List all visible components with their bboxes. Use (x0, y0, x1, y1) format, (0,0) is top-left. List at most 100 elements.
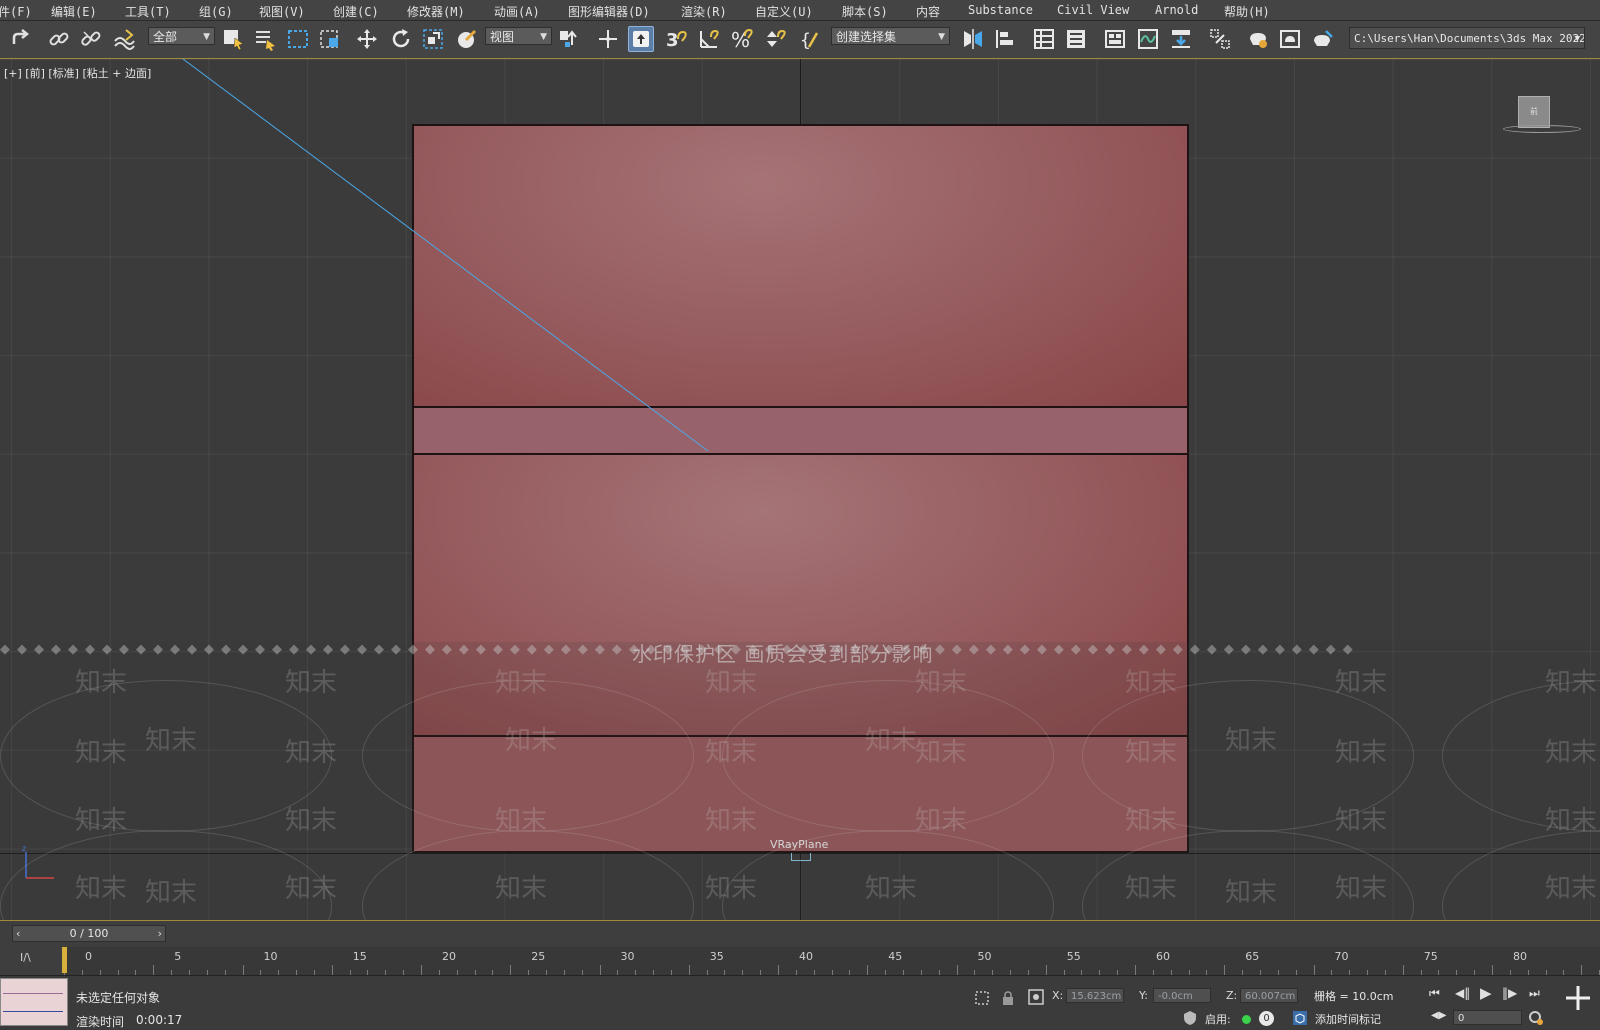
ribbon-icon[interactable] (1103, 27, 1127, 51)
align-icon[interactable] (993, 27, 1017, 51)
menu-scripting[interactable]: 脚本(S) (842, 3, 888, 20)
unlink-icon[interactable] (79, 27, 103, 51)
keyboard-shortcut-override-icon[interactable] (628, 26, 654, 52)
enable-label: 启用: (1205, 1013, 1231, 1026)
menu-edit[interactable]: 编辑(E) (51, 3, 97, 20)
svg-text:{: { (800, 30, 811, 51)
watermark-text: 知末 (1545, 874, 1598, 904)
y-coord-field[interactable]: -0.0cm (1153, 988, 1211, 1003)
selection-filter-dropdown[interactable]: 全部 ▼ (148, 27, 215, 45)
menu-views[interactable]: 视图(V) (259, 3, 305, 20)
menu-civil-view[interactable]: Civil View (1057, 3, 1129, 17)
angle-snap-icon[interactable] (697, 27, 721, 51)
scene-explorer-icon[interactable] (1032, 27, 1056, 51)
absolute-mode-icon[interactable] (1028, 989, 1044, 1005)
select-and-manipulate-icon[interactable] (596, 27, 620, 51)
shield-icon[interactable] (1182, 1010, 1198, 1026)
select-by-name-icon[interactable] (253, 27, 277, 51)
viewport-navigation-icon[interactable] (1564, 984, 1592, 1012)
material-editor-icon[interactable] (1208, 27, 1232, 51)
rendered-frame-window-icon[interactable] (1278, 27, 1302, 51)
placement-icon[interactable] (455, 27, 479, 51)
z-coord-field[interactable]: 60.007cm (1240, 988, 1298, 1003)
track-bar-tick (1492, 965, 1493, 975)
menu-create[interactable]: 创建(C) (333, 3, 379, 20)
rectangular-selection-icon[interactable] (286, 27, 310, 51)
go-to-start-icon[interactable]: ⏮ (1429, 986, 1440, 1001)
snap-3d-icon[interactable]: 3 (664, 27, 688, 51)
menu-content[interactable]: 内容 (916, 3, 940, 20)
time-tag-icon[interactable] (1292, 1010, 1308, 1026)
track-bar-tick (510, 965, 512, 975)
window-crossing-icon[interactable] (318, 27, 342, 51)
viewport-label[interactable]: [+] [前] [标准] [粘土 + 边面] (4, 65, 151, 81)
slider-next-icon[interactable]: › (158, 926, 162, 941)
menu-file[interactable]: 文件(F) (0, 3, 32, 20)
maxscript-listener-thumbnail[interactable] (0, 978, 68, 1026)
render-setup-icon[interactable] (1246, 27, 1270, 51)
current-frame-field[interactable]: 0 (1453, 1010, 1522, 1025)
project-folder-field[interactable]: C:\Users\Han\Documents\3ds Max 2022 ▼ (1349, 27, 1585, 49)
pivot-icon[interactable] (557, 27, 581, 51)
add-time-tag-button[interactable]: 添加时间标记 (1315, 1011, 1381, 1027)
play-icon[interactable]: ▶ (1480, 984, 1492, 1002)
svg-text:3: 3 (666, 30, 679, 51)
track-bar-label: 0 (85, 950, 92, 963)
curve-toggle-icon[interactable]: I/\ (20, 951, 31, 964)
scale-icon[interactable] (421, 27, 445, 51)
menu-arnold[interactable]: Arnold (1155, 3, 1198, 17)
menu-substance[interactable]: Substance (968, 3, 1033, 17)
go-to-end-icon[interactable]: ⏭ (1529, 986, 1540, 1001)
watermark-text: 知末 (1545, 806, 1598, 836)
viewcube-compass[interactable] (1503, 125, 1581, 133)
time-configuration-icon[interactable] (1528, 1010, 1544, 1026)
track-bar-label: 55 (1066, 950, 1081, 963)
menu-group[interactable]: 组(G) (199, 3, 233, 20)
bind-space-warp-icon[interactable] (112, 27, 136, 51)
selection-lock-icon[interactable] (1000, 990, 1016, 1006)
playhead[interactable] (62, 947, 67, 973)
reference-coordinate-dropdown[interactable]: 视图 ▼ (485, 27, 552, 45)
key-mode-toggle-icon[interactable]: ◀▶ (1431, 1010, 1446, 1021)
curve-editor-icon[interactable] (1136, 27, 1160, 51)
front-viewport[interactable]: [+] [前] [标准] [粘土 + 边面] VRayPlane 前 z ◆◆◆… (0, 59, 1600, 920)
menu-tools[interactable]: 工具(T) (125, 3, 171, 20)
object-pivot-marker (791, 853, 811, 861)
render-icon[interactable] (1311, 27, 1335, 51)
menu-help[interactable]: 帮助(H) (1224, 3, 1270, 20)
menu-animation[interactable]: 动画(A) (494, 3, 540, 20)
viewcube-icon[interactable]: 前 (1518, 96, 1550, 128)
x-coord-field[interactable]: 15.623cm (1066, 988, 1124, 1003)
edit-named-selection-icon[interactable]: { (799, 27, 823, 51)
rotate-icon[interactable] (389, 27, 413, 51)
next-frame-icon[interactable]: ‖▶ (1502, 986, 1517, 1000)
selection-status: 未选定任何对象 (76, 991, 161, 1005)
track-bar-tick (778, 965, 779, 975)
isolate-selection-icon[interactable] (974, 990, 990, 1006)
time-slider[interactable]: ‹ 0 / 100 › (12, 925, 166, 942)
layer-explorer-icon[interactable] (1064, 27, 1088, 51)
menu-rendering[interactable]: 渲染(R) (681, 3, 727, 20)
watermark-text: 知末 (1335, 806, 1388, 836)
move-icon[interactable] (355, 27, 379, 51)
menu-graph-editors[interactable]: 图形编辑器(D) (568, 3, 650, 20)
enable-count-badge[interactable]: 0 (1259, 1011, 1274, 1026)
plane-segment-strip (414, 406, 1187, 455)
svg-text:z: z (22, 844, 26, 853)
vrayplane-object[interactable] (412, 124, 1189, 853)
track-bar-label: 45 (888, 950, 903, 963)
track-bar-tick (1402, 965, 1404, 975)
schematic-view-icon[interactable] (1169, 27, 1193, 51)
named-selection-set-dropdown[interactable]: 创建选择集 ▼ (831, 27, 950, 45)
status-green-dot-icon (1242, 1015, 1251, 1024)
percent-snap-icon[interactable]: % (730, 27, 754, 51)
spinner-snap-icon[interactable] (763, 27, 787, 51)
mirror-icon[interactable] (961, 27, 985, 51)
link-icon[interactable] (47, 27, 71, 51)
select-object-icon[interactable] (221, 27, 245, 51)
redo-icon[interactable] (8, 27, 32, 51)
menu-customize[interactable]: 自定义(U) (755, 3, 813, 20)
previous-frame-icon[interactable]: ◀‖ (1455, 986, 1470, 1000)
track-bar[interactable]: 0510152025303540455055606570758085 (64, 947, 1600, 975)
menu-modifiers[interactable]: 修改器(M) (407, 3, 465, 20)
